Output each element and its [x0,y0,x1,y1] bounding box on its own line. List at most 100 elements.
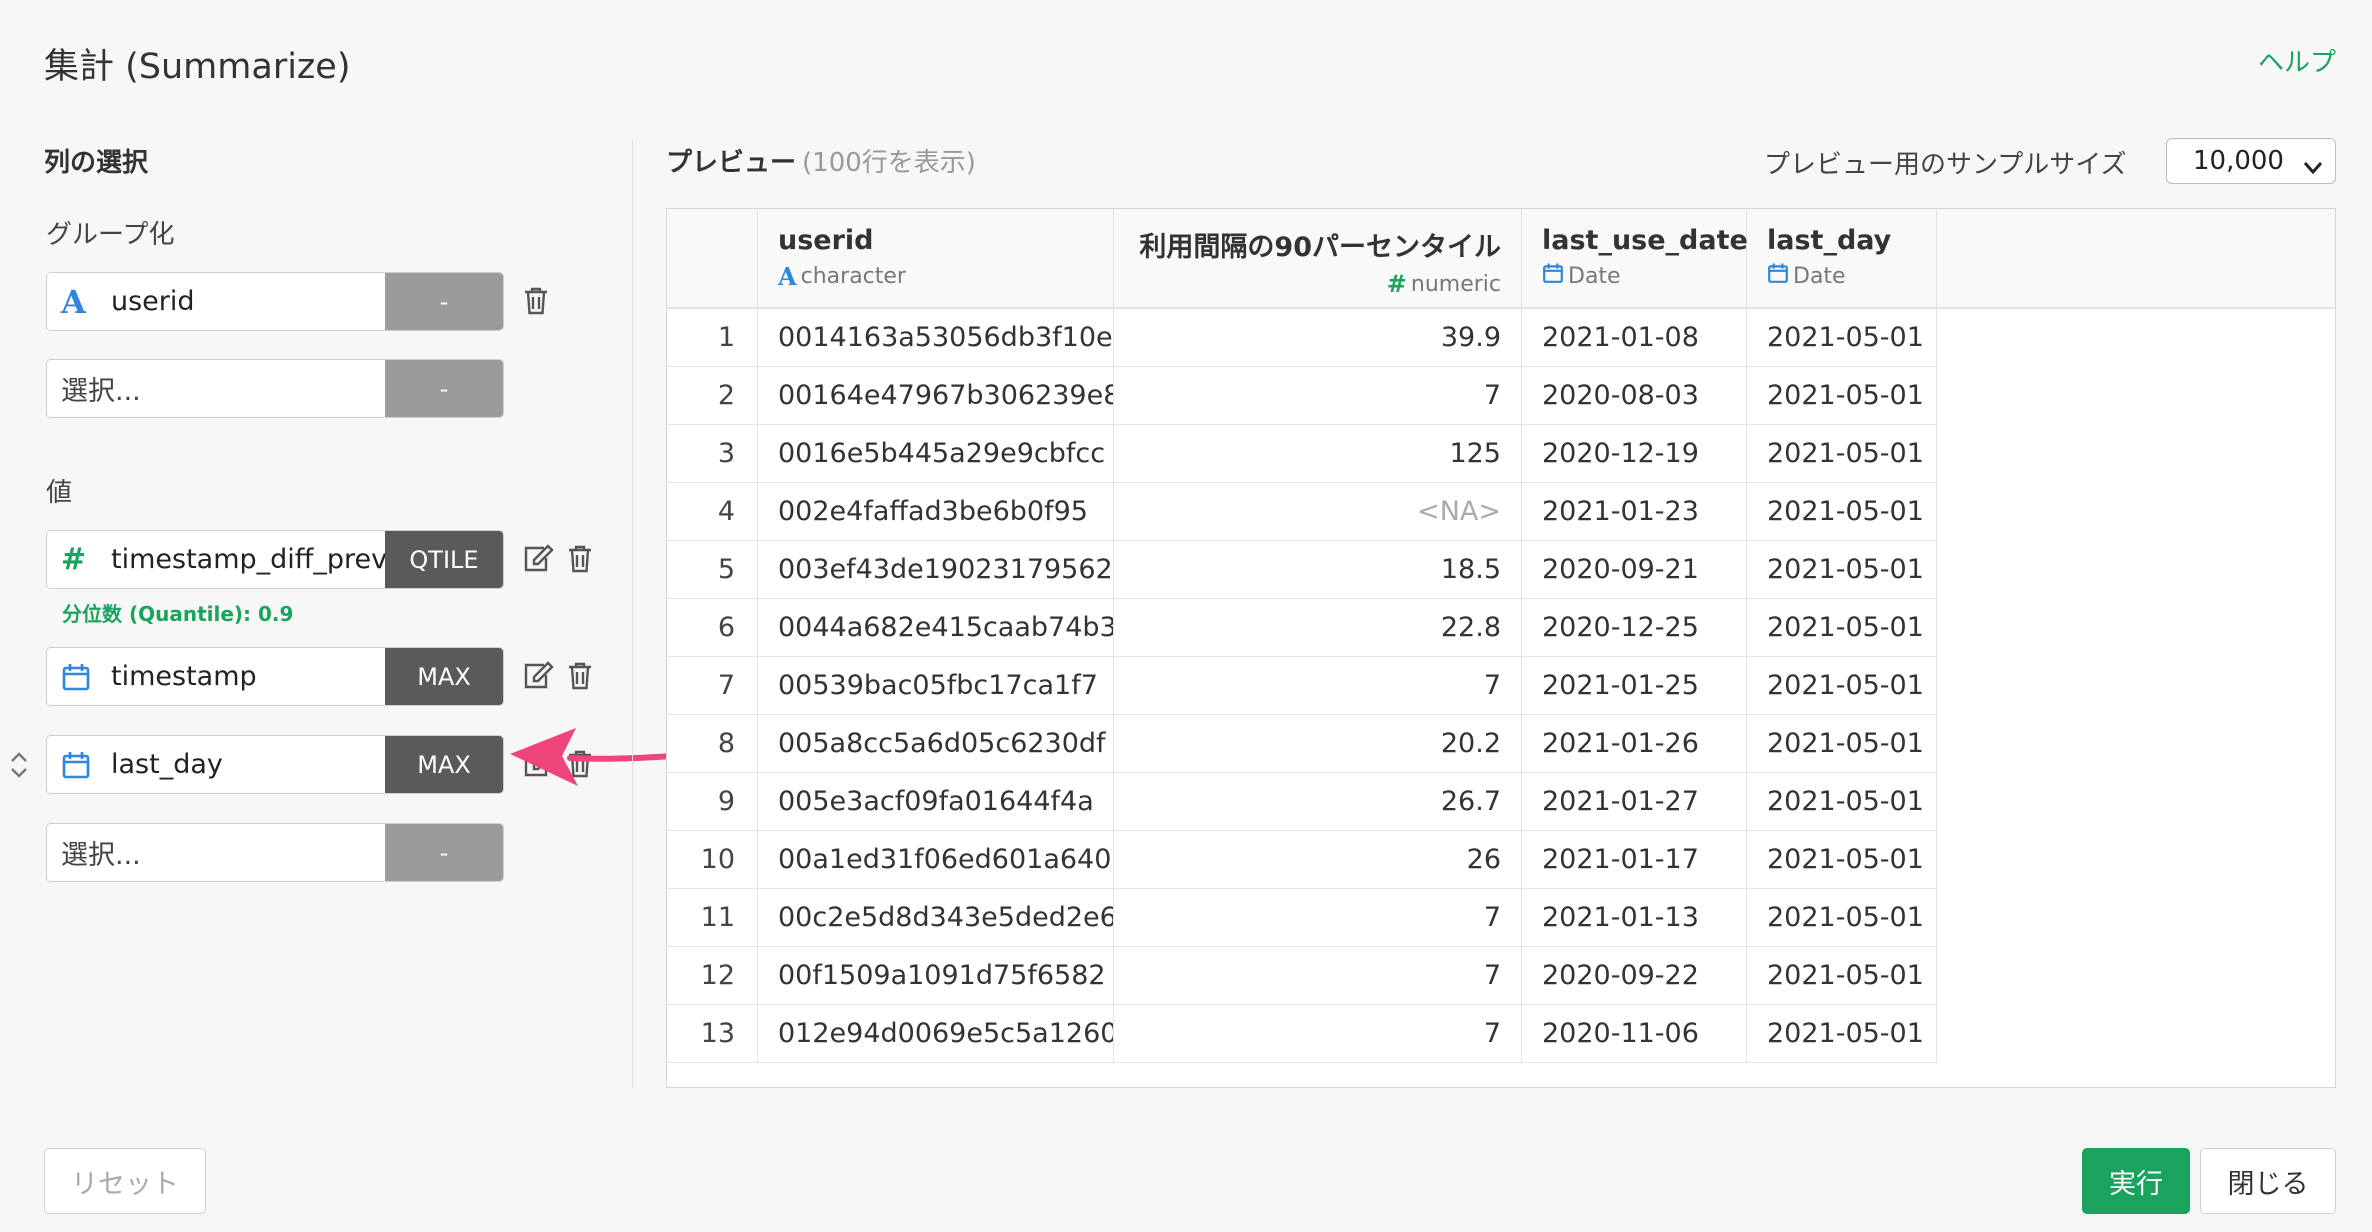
close-button[interactable]: 閉じる [2200,1148,2336,1214]
chevron-down-icon [2303,153,2323,183]
cell-userid: 003ef43de19023179562 [758,541,1114,599]
quantile-note: 分位数 (Quantile): 0.9 [62,602,294,626]
column-type: Date [1542,262,1726,290]
sample-size-select[interactable]: 10,000 [2166,138,2336,184]
column-type-label: Date [1568,263,1621,289]
edit-icon[interactable] [522,661,554,695]
column-name: userid [778,225,874,256]
cell-last-day: 2021-05-01 [1747,425,1937,483]
table-row: 8 005a8cc5a6d05c6230df 20.2 2021-01-26 2021-… [667,715,2335,773]
column-header-userid[interactable]: userid A character [758,209,1114,309]
value-field-empty[interactable]: 選択... - [46,823,504,882]
cell-last-use-date: 2020-09-22 [1522,947,1747,1005]
value-field-name: last_day [111,749,223,780]
group-by-label: グループ化 [46,220,175,250]
cell-last-day: 2021-05-01 [1747,483,1937,541]
cell-userid: 012e94d0069e5c5a1260 [758,1005,1114,1063]
trash-icon[interactable] [566,661,594,695]
value-field-agg[interactable]: MAX [385,736,503,793]
sample-size-label: プレビュー用のサンプルサイズ [1764,150,2127,180]
table-row: 7 00539bac05fbc17ca1f7 7 2021-01-25 2021-05-… [667,657,2335,715]
value-field-placeholder: 選択... [61,840,141,871]
column-name: 利用間隔の90パーセンタイル [1139,232,1501,263]
cell-last-use-date: 2021-01-27 [1522,773,1747,831]
value-field-timestamp-diff-prev[interactable]: # timestamp_diff_prev QTILE [46,530,504,589]
cell-last-use-date: 2021-01-23 [1522,483,1747,541]
value-field-agg[interactable]: MAX [385,648,503,705]
cell-percentile: 26 [1114,831,1522,889]
cell-percentile: 39.9 [1114,309,1522,367]
cell-last-use-date: 2020-08-03 [1522,367,1747,425]
value-field-selector[interactable]: timestamp [47,648,385,705]
column-type: Date [1767,262,1916,290]
preview-row-count: (100行を表示) [802,148,976,178]
table-row: 9 005e3acf09fa01644f4a 26.7 2021-01-27 2021-… [667,773,2335,831]
value-field-selector[interactable]: last_day [47,736,385,793]
column-header-last-day[interactable]: last_day Date [1747,209,1937,309]
character-icon: A [61,282,86,321]
value-field-empty-agg[interactable]: - [385,824,503,881]
cell-last-use-date: 2021-01-17 [1522,831,1747,889]
reset-button[interactable]: リセット [44,1148,206,1214]
value-label: 値 [46,478,73,508]
row-number: 7 [667,657,758,715]
cell-last-use-date: 2021-01-26 [1522,715,1747,773]
row-number: 13 [667,1005,758,1063]
cell-userid: 00164e47967b306239e8 [758,367,1114,425]
cell-last-day: 2021-05-01 [1747,657,1937,715]
cell-percentile: 22.8 [1114,599,1522,657]
group-field-agg[interactable]: - [385,273,503,330]
column-header-last-use-date[interactable]: last_use_date Date [1522,209,1748,309]
numeric-icon: # [61,542,87,577]
column-header-percentile[interactable]: 利用間隔の90パーセンタイル # numeric [1114,209,1522,309]
cell-percentile: 7 [1114,947,1522,1005]
column-type-label: Date [1793,263,1846,289]
value-field-timestamp[interactable]: timestamp MAX [46,647,504,706]
value-field-empty-selector[interactable]: 選択... [47,824,385,881]
trash-icon[interactable] [566,544,594,578]
cell-percentile: 26.7 [1114,773,1522,831]
trash-icon[interactable] [522,286,550,320]
value-field-last-day[interactable]: last_day MAX [46,735,504,794]
row-number: 5 [667,541,758,599]
cell-last-use-date: 2020-11-06 [1522,1005,1747,1063]
cell-userid: 00f1509a1091d75f6582 [758,947,1114,1005]
sample-size-value: 10,000 [2193,146,2284,176]
table-row: 6 0044a682e415caab74b3 22.8 2020-12-25 2021-… [667,599,2335,657]
table-row: 13 012e94d0069e5c5a1260 7 2020-11-06 2021-05… [667,1005,2335,1063]
group-field-placeholder: 選択... [61,376,141,407]
edit-icon[interactable] [522,544,554,578]
table-row: 11 00c2e5d8d343e5ded2e6 7 2021-01-13 2021-05… [667,889,2335,947]
panel-divider [632,140,633,1088]
group-field-userid-selector[interactable]: A userid [47,273,385,330]
cell-userid: 00539bac05fbc17ca1f7 [758,657,1114,715]
group-field-empty-agg[interactable]: - [385,360,503,417]
drag-handle-icon[interactable] [8,750,30,784]
column-name: last_day [1767,225,1892,256]
numeric-icon: # [1386,270,1407,298]
table-row: 1 0014163a53056db3f10e 39.9 2021-01-08 2021-… [667,309,2335,367]
column-name: last_use_date [1542,225,1748,256]
help-link[interactable]: ヘルプ [2258,42,2336,79]
cell-last-day: 2021-05-01 [1747,367,1937,425]
column-type-label: character [800,264,906,289]
group-field-name: userid [111,286,195,317]
cell-userid: 0016e5b445a29e9cbfcc [758,425,1114,483]
column-selection-title: 列の選択 [44,148,149,178]
cell-userid: 00c2e5d8d343e5ded2e6 [758,889,1114,947]
row-number: 8 [667,715,758,773]
cell-last-use-date: 2021-01-25 [1522,657,1747,715]
cell-percentile: 7 [1114,1005,1522,1063]
group-field-empty-selector[interactable]: 選択... [47,360,385,417]
cell-last-use-date: 2021-01-13 [1522,889,1747,947]
cell-last-day: 2021-05-01 [1747,715,1937,773]
value-field-selector[interactable]: # timestamp_diff_prev [47,531,385,588]
value-field-agg[interactable]: QTILE [385,531,503,588]
page-title: 集計 (Summarize) [44,47,351,87]
group-field-empty[interactable]: 選択... - [46,359,504,418]
character-icon: A [778,262,797,291]
cell-percentile: 18.5 [1114,541,1522,599]
group-field-userid[interactable]: A userid - [46,272,504,331]
cell-last-day: 2021-05-01 [1747,1005,1937,1063]
run-button[interactable]: 実行 [2082,1148,2190,1214]
